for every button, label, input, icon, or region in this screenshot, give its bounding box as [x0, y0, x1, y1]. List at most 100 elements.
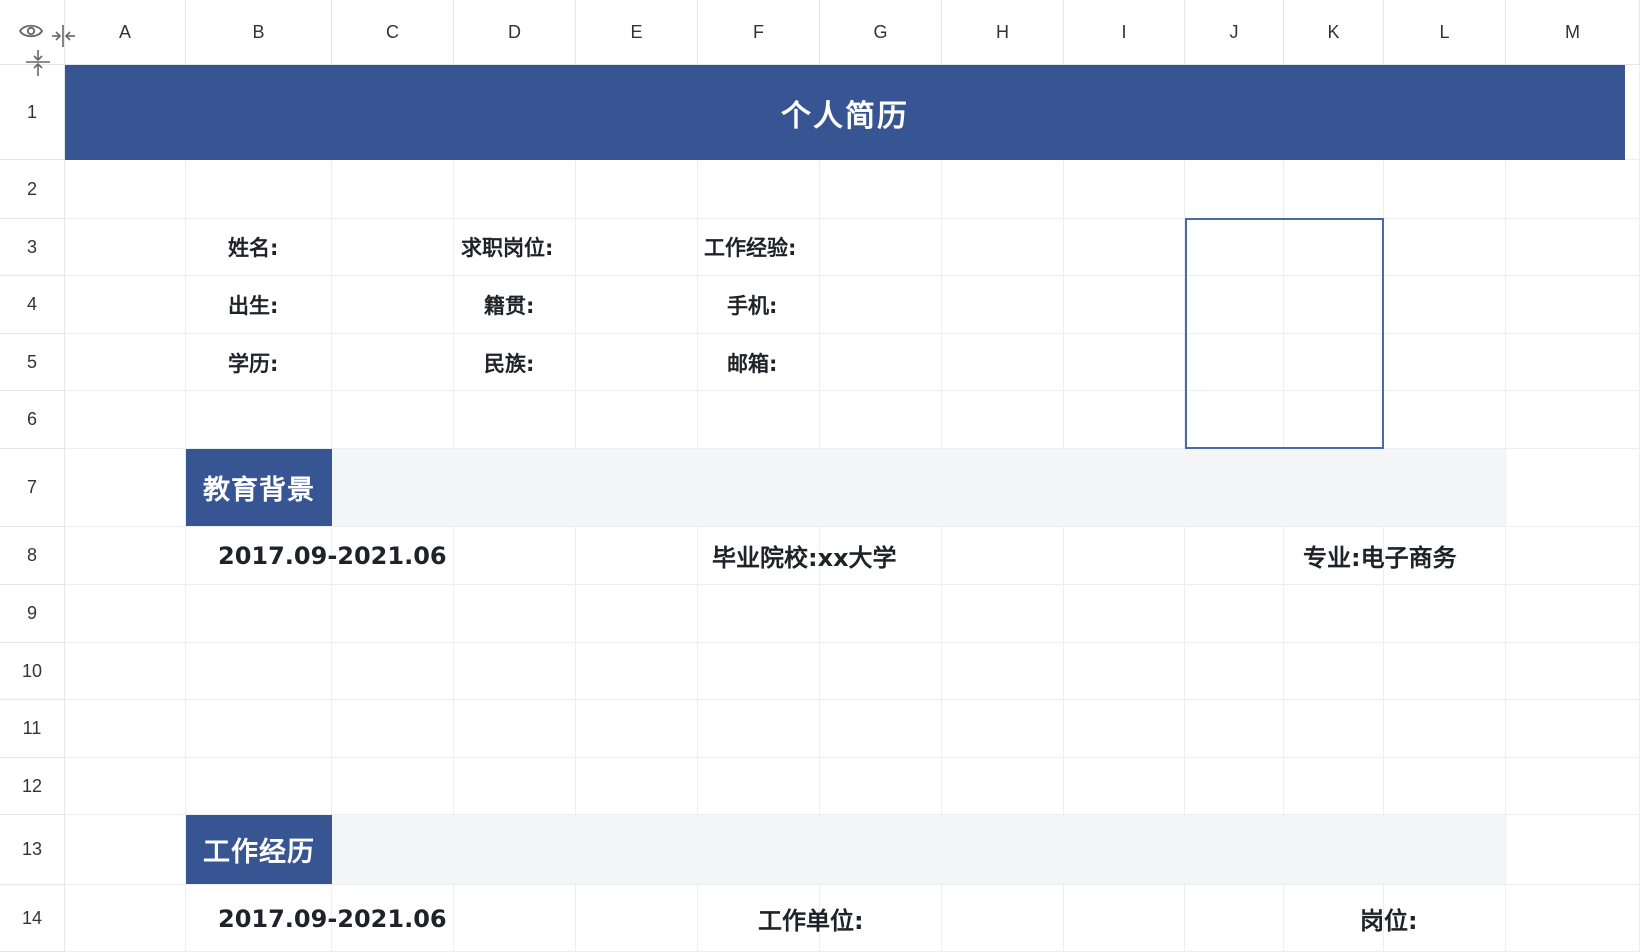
ethnicity-label-cell[interactable]: 民族: — [484, 334, 534, 391]
cell-c11[interactable] — [332, 700, 454, 758]
row-header-14[interactable]: 14 — [0, 885, 65, 952]
cell-a5[interactable] — [65, 334, 186, 391]
experience-label-cell[interactable]: 工作经验: — [704, 219, 796, 275]
cell-d9[interactable] — [454, 585, 576, 643]
cell-k9[interactable] — [1284, 585, 1384, 643]
cell-m11[interactable] — [1506, 700, 1640, 758]
row-header-5[interactable]: 5 — [0, 334, 65, 391]
school-cell[interactable]: 毕业院校:xx大学 — [712, 527, 897, 584]
cell-h3[interactable] — [942, 219, 1064, 276]
work-heading-tag[interactable]: 工作经历 — [186, 815, 332, 884]
cell-a11[interactable] — [65, 700, 186, 758]
cell-c4[interactable] — [332, 276, 454, 334]
cell-l10[interactable] — [1384, 643, 1506, 700]
cell-h12[interactable] — [942, 758, 1064, 815]
cell-g10[interactable] — [820, 643, 942, 700]
column-header-m[interactable]: M — [1506, 0, 1640, 65]
column-header-j[interactable]: J — [1185, 0, 1284, 65]
cell-i11[interactable] — [1064, 700, 1185, 758]
job-label-cell[interactable]: 求职岗位: — [461, 219, 553, 275]
cell-c3[interactable] — [332, 219, 454, 276]
cell-e6[interactable] — [576, 391, 698, 449]
column-header-i[interactable]: I — [1064, 0, 1185, 65]
cell-k10[interactable] — [1284, 643, 1384, 700]
row-header-6[interactable]: 6 — [0, 391, 65, 449]
email-label-cell[interactable]: 邮箱: — [727, 334, 777, 391]
cell-l11[interactable] — [1384, 700, 1506, 758]
cell-l5[interactable] — [1384, 334, 1506, 391]
cell-i4[interactable] — [1064, 276, 1185, 334]
row-header-7[interactable]: 7 — [0, 449, 65, 527]
position-cell[interactable]: 岗位: — [1360, 885, 1418, 952]
row-header-13[interactable]: 13 — [0, 815, 65, 885]
cell-e8[interactable] — [576, 527, 698, 585]
cell-g3[interactable] — [820, 219, 942, 276]
row-header-9[interactable]: 9 — [0, 585, 65, 643]
cell-l2[interactable] — [1384, 160, 1506, 219]
column-header-k[interactable]: K — [1284, 0, 1384, 65]
cell-j10[interactable] — [1185, 643, 1284, 700]
cell-g5[interactable] — [820, 334, 942, 391]
cell-c9[interactable] — [332, 585, 454, 643]
cell-i10[interactable] — [1064, 643, 1185, 700]
cell-d6[interactable] — [454, 391, 576, 449]
column-header-d[interactable]: D — [454, 0, 576, 65]
cell-m3[interactable] — [1506, 219, 1640, 276]
cell-e9[interactable] — [576, 585, 698, 643]
cell-g12[interactable] — [820, 758, 942, 815]
row-header-11[interactable]: 11 — [0, 700, 65, 758]
cell-j2[interactable] — [1185, 160, 1284, 219]
cell-a9[interactable] — [65, 585, 186, 643]
education-heading-tag[interactable]: 教育背景 — [186, 449, 332, 526]
cell-e12[interactable] — [576, 758, 698, 815]
cell-c6[interactable] — [332, 391, 454, 449]
cell-i8[interactable] — [1064, 527, 1185, 585]
cell-b12[interactable] — [186, 758, 332, 815]
cell-d11[interactable] — [454, 700, 576, 758]
company-cell[interactable]: 工作单位: — [758, 885, 864, 952]
cell-h8[interactable] — [942, 527, 1064, 585]
cell-h10[interactable] — [942, 643, 1064, 700]
row-header-3[interactable]: 3 — [0, 219, 65, 276]
column-header-b[interactable]: B — [186, 0, 332, 65]
cell-m4[interactable] — [1506, 276, 1640, 334]
cell-i5[interactable] — [1064, 334, 1185, 391]
cell-k2[interactable] — [1284, 160, 1384, 219]
cell-e11[interactable] — [576, 700, 698, 758]
cell-i6[interactable] — [1064, 391, 1185, 449]
row-header-10[interactable]: 10 — [0, 643, 65, 700]
cell-a2[interactable] — [65, 160, 186, 219]
column-header-c[interactable]: C — [332, 0, 454, 65]
cell-g2[interactable] — [820, 160, 942, 219]
cell-c10[interactable] — [332, 643, 454, 700]
cell-j12[interactable] — [1185, 758, 1284, 815]
column-header-a[interactable]: A — [65, 0, 186, 65]
cell-d2[interactable] — [454, 160, 576, 219]
cell-a12[interactable] — [65, 758, 186, 815]
cell-e5[interactable] — [576, 334, 698, 391]
cell-m5[interactable] — [1506, 334, 1640, 391]
freeze-rows-icon[interactable] — [24, 50, 52, 78]
cell-f9[interactable] — [698, 585, 820, 643]
phone-label-cell[interactable]: 手机: — [727, 276, 777, 333]
column-header-l[interactable]: L — [1384, 0, 1506, 65]
cell-e10[interactable] — [576, 643, 698, 700]
cell-c12[interactable] — [332, 758, 454, 815]
cell-l9[interactable] — [1384, 585, 1506, 643]
cell-h5[interactable] — [942, 334, 1064, 391]
cell-m12[interactable] — [1506, 758, 1640, 815]
cell-f12[interactable] — [698, 758, 820, 815]
cell-a14[interactable] — [65, 885, 186, 952]
row-header-4[interactable]: 4 — [0, 276, 65, 334]
cell-h9[interactable] — [942, 585, 1064, 643]
cell-j9[interactable] — [1185, 585, 1284, 643]
name-label-cell[interactable]: 姓名: — [228, 219, 278, 275]
column-header-e[interactable]: E — [576, 0, 698, 65]
cell-l12[interactable] — [1384, 758, 1506, 815]
cell-a13[interactable] — [65, 815, 186, 885]
cell-h2[interactable] — [942, 160, 1064, 219]
origin-label-cell[interactable]: 籍贯: — [484, 276, 534, 333]
row-header-12[interactable]: 12 — [0, 758, 65, 815]
row-header-8[interactable]: 8 — [0, 527, 65, 585]
cell-m6[interactable] — [1506, 391, 1640, 449]
